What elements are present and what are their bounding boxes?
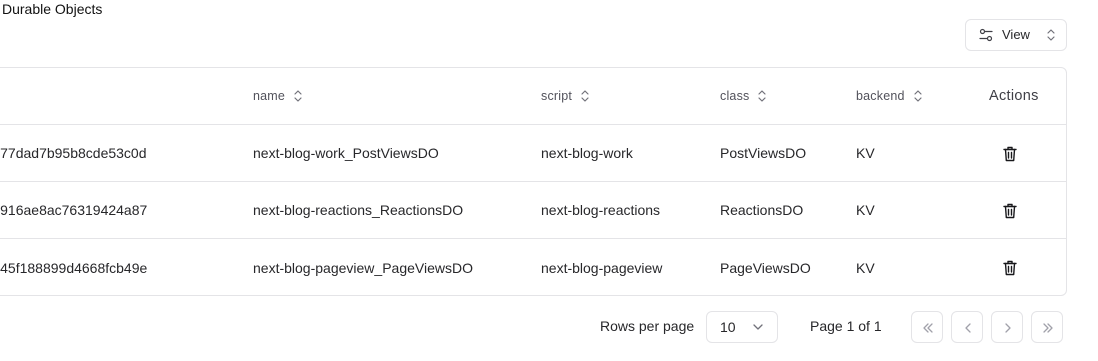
column-header-class-label: class: [720, 89, 750, 103]
column-header-actions: Actions: [989, 88, 1039, 104]
chevrons-right-icon: [1043, 323, 1053, 333]
next-page-button[interactable]: [991, 311, 1023, 343]
cell-id: 6214916ae8ac76319424a87: [0, 202, 148, 218]
sort-icon: [758, 90, 767, 102]
column-header-class[interactable]: class: [720, 68, 767, 124]
table-header-row: name script class backend Actions: [0, 68, 1066, 125]
first-page-button[interactable]: [911, 311, 943, 343]
rows-per-page-label: Rows per page: [600, 318, 695, 334]
view-options-button[interactable]: View: [965, 19, 1067, 51]
page-title: Durable Objects: [2, 1, 103, 17]
column-header-script[interactable]: script: [541, 68, 590, 124]
chevrons-up-down-icon: [1047, 29, 1055, 41]
chevron-right-icon: [1005, 323, 1011, 333]
chevron-left-icon: [965, 323, 971, 333]
cell-backend: KV: [856, 202, 875, 218]
table-row: 6214916ae8ac76319424a87 next-blog-reacti…: [0, 182, 1066, 239]
previous-page-button[interactable]: [951, 311, 983, 343]
cell-name: next-blog-reactions_ReactionsDO: [253, 202, 464, 218]
cell-class: PostViewsDO: [720, 145, 807, 161]
trash-icon[interactable]: [1003, 203, 1017, 219]
column-header-name-label: name: [253, 89, 286, 103]
chevrons-left-icon: [923, 323, 933, 333]
cell-id: 149745f188899d4668fcb49e: [0, 259, 148, 276]
cell-id: ed9477dad7b95b8cde53c0d: [0, 145, 147, 161]
sliders-icon: [979, 28, 993, 42]
durable-objects-table: name script class backend Actions ed9477…: [0, 67, 1067, 296]
table-row: ed9477dad7b95b8cde53c0d next-blog-work_P…: [0, 125, 1066, 182]
trash-icon[interactable]: [1003, 146, 1017, 162]
rows-per-page-select[interactable]: 10: [706, 311, 778, 343]
sort-icon: [294, 90, 302, 102]
column-header-backend-label: backend: [856, 89, 905, 103]
cell-class: ReactionsDO: [720, 202, 804, 218]
column-header-script-label: script: [541, 89, 573, 103]
sort-icon: [581, 90, 589, 102]
chevron-down-icon: [753, 324, 763, 330]
cell-backend: KV: [856, 145, 875, 161]
cell-script: next-blog-reactions: [541, 202, 661, 218]
table-row: 149745f188899d4668fcb49e next-blog-pagev…: [0, 239, 1066, 295]
cell-script: next-blog-pageview: [541, 259, 663, 276]
cell-name: next-blog-pageview_PageViewsDO: [253, 259, 473, 276]
trash-icon[interactable]: [1003, 260, 1017, 276]
cell-backend: KV: [856, 259, 875, 276]
cell-script: next-blog-work: [541, 145, 633, 161]
cell-name: next-blog-work_PostViewsDO: [253, 145, 439, 161]
cell-class: PageViewsDO: [720, 259, 811, 276]
view-button-label: View: [1002, 27, 1030, 42]
sort-icon: [914, 90, 922, 102]
column-header-name[interactable]: name: [253, 68, 303, 124]
last-page-button[interactable]: [1031, 311, 1063, 343]
rows-per-page-value: 10: [720, 319, 736, 335]
page-info: Page 1 of 1: [810, 318, 882, 334]
column-header-backend[interactable]: backend: [856, 68, 923, 124]
